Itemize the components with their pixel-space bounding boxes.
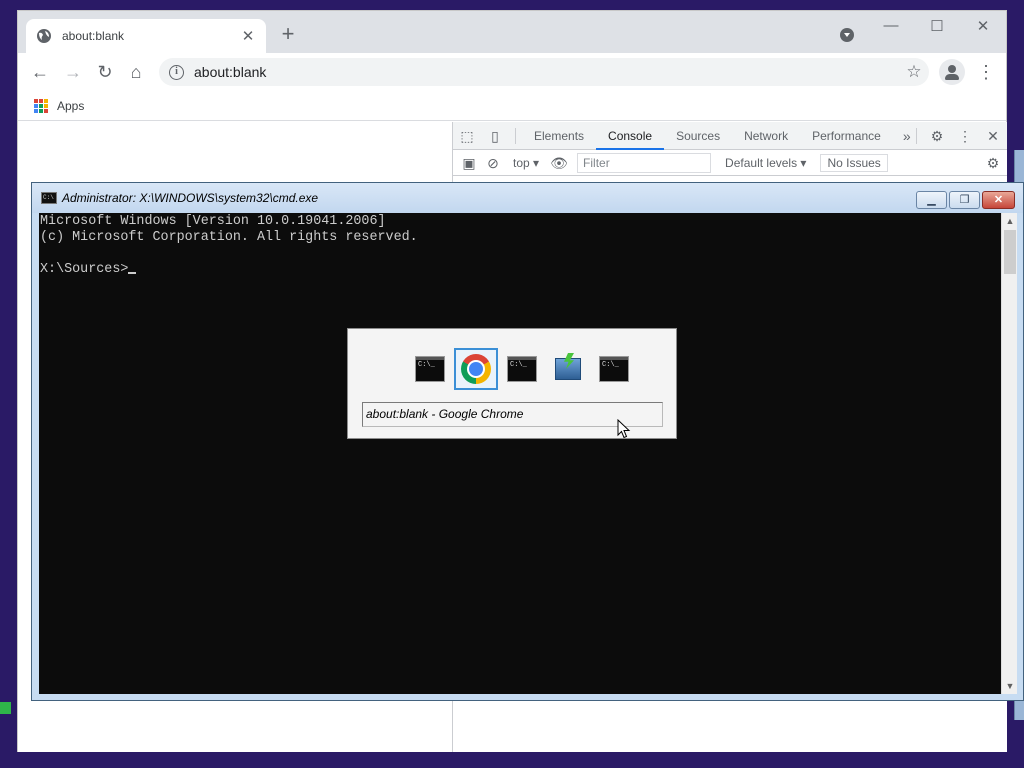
menu-dots-icon[interactable]: ⋮: [976, 59, 996, 85]
sidebar-toggle-icon[interactable]: ▣: [457, 149, 481, 177]
console-output[interactable]: Microsoft Windows [Version 10.0.19041.20…: [39, 213, 1001, 694]
cmd-app-icon: C:\: [41, 192, 57, 204]
log-levels-dropdown[interactable]: Default levels ▾: [711, 156, 820, 170]
back-arrow-icon[interactable]: ←: [27, 59, 53, 85]
device-toolbar-icon[interactable]: ▯: [481, 122, 509, 150]
console-line: Microsoft Windows [Version 10.0.19041.20…: [40, 214, 386, 229]
new-tab-button[interactable]: +: [276, 23, 300, 47]
clear-console-icon[interactable]: ⊘: [481, 149, 505, 177]
console-line: (c) Microsoft Corporation. All rights re…: [40, 230, 418, 245]
mouse-pointer-icon: [617, 419, 631, 439]
home-icon[interactable]: ⌂: [123, 59, 149, 85]
cmd-restore-button[interactable]: ❐: [949, 191, 980, 209]
inspect-element-icon[interactable]: ⬚: [453, 122, 481, 150]
filter-input[interactable]: Filter: [577, 152, 712, 173]
tab-close-icon[interactable]: ✕: [240, 27, 256, 45]
maximize-button[interactable]: ☐: [922, 17, 952, 37]
context-selector[interactable]: top ▾: [505, 156, 547, 170]
eye-icon[interactable]: 👁: [547, 149, 571, 177]
console-prompt-line: X:\Sources>: [40, 262, 1001, 278]
background-window-indicator: [0, 702, 11, 714]
tab-sources[interactable]: Sources: [664, 122, 732, 150]
url-text: about:blank: [194, 64, 267, 80]
cmd-window-icon: C:\_: [599, 356, 629, 382]
issues-button[interactable]: No Issues: [820, 153, 888, 172]
settings-gear-icon[interactable]: ⚙: [923, 122, 951, 150]
profile-avatar-icon[interactable]: [939, 59, 965, 85]
tab-title: about:blank: [62, 29, 125, 43]
globe-icon: [37, 29, 51, 43]
switcher-item-chrome[interactable]: [454, 348, 498, 390]
bookmark-star-icon[interactable]: ☆: [899, 62, 929, 82]
cmd-window-title: Administrator: X:\WINDOWS\system32\cmd.e…: [62, 191, 319, 205]
console-toolbar: ▣ ⊘ top ▾ 👁 Filter Default levels ▾ No I…: [453, 150, 1007, 176]
tab-performance[interactable]: Performance: [800, 122, 893, 150]
address-bar[interactable]: i about:blank ☆: [159, 58, 929, 86]
reload-icon[interactable]: ↻: [92, 59, 118, 85]
tab-elements[interactable]: Elements: [522, 122, 596, 150]
forward-arrow-icon[interactable]: →: [60, 59, 86, 85]
cmd-scrollbar[interactable]: ▲ ▼: [1001, 213, 1017, 694]
divider: [515, 127, 516, 144]
close-window-button[interactable]: ✕: [968, 17, 998, 37]
devtools-close-icon[interactable]: ✕: [979, 122, 1007, 150]
context-value: top: [513, 155, 530, 170]
tab-console[interactable]: Console: [596, 122, 665, 150]
console-prompt: X:\Sources>: [40, 262, 129, 277]
cmd-minimize-button[interactable]: ▁: [916, 191, 947, 209]
apps-link[interactable]: Apps: [57, 99, 84, 113]
apps-grid-icon[interactable]: [34, 98, 48, 113]
devtools-tabbar: ⬚ ▯ Elements Console Sources Network Per…: [453, 122, 1007, 150]
tab-strip: about:blank ✕ + — ☐ ✕: [18, 11, 1006, 53]
divider: [916, 128, 917, 144]
tab-network[interactable]: Network: [732, 122, 800, 150]
devtools-actions: ⚙ ⋮ ✕: [910, 122, 1007, 150]
minimize-button[interactable]: —: [876, 17, 906, 37]
log-levels-value: Default levels: [725, 155, 798, 170]
switcher-item-cmd[interactable]: C:\_: [500, 348, 544, 390]
setup-icon: [555, 358, 581, 380]
switcher-app-list: C:\_ C:\_ C:\_: [408, 348, 636, 390]
browser-toolbar: ← → ↻ ⌂ i about:blank ☆ ⋮: [18, 53, 1006, 91]
bookmarks-bar: Apps: [18, 91, 1006, 121]
cmd-window-icon: C:\_: [415, 356, 445, 382]
chrome-icon: [461, 354, 491, 384]
console-settings-gear-icon[interactable]: ⚙: [979, 149, 1007, 177]
switcher-item-setup[interactable]: [546, 348, 590, 390]
devtools-menu-icon[interactable]: ⋮: [951, 122, 979, 150]
cmd-close-button[interactable]: ✕: [982, 191, 1015, 209]
info-icon[interactable]: i: [169, 64, 184, 80]
scroll-up-icon[interactable]: ▲: [1002, 213, 1018, 229]
browser-tab[interactable]: about:blank ✕: [26, 19, 266, 53]
switcher-item-cmd[interactable]: C:\_: [592, 348, 636, 390]
switcher-item-cmd[interactable]: C:\_: [408, 348, 452, 390]
scroll-thumb[interactable]: [1004, 230, 1016, 274]
scroll-down-icon[interactable]: ▼: [1002, 678, 1018, 694]
text-cursor: [128, 272, 137, 274]
cmd-titlebar[interactable]: C:\ Administrator: X:\WINDOWS\system32\c…: [32, 183, 1023, 213]
cmd-window-icon: C:\_: [507, 356, 537, 382]
cmd-window: C:\ Administrator: X:\WINDOWS\system32\c…: [31, 182, 1024, 701]
cmd-window-controls: ▁ ❐ ✕: [916, 191, 1015, 209]
tab-search-icon[interactable]: [840, 28, 854, 42]
